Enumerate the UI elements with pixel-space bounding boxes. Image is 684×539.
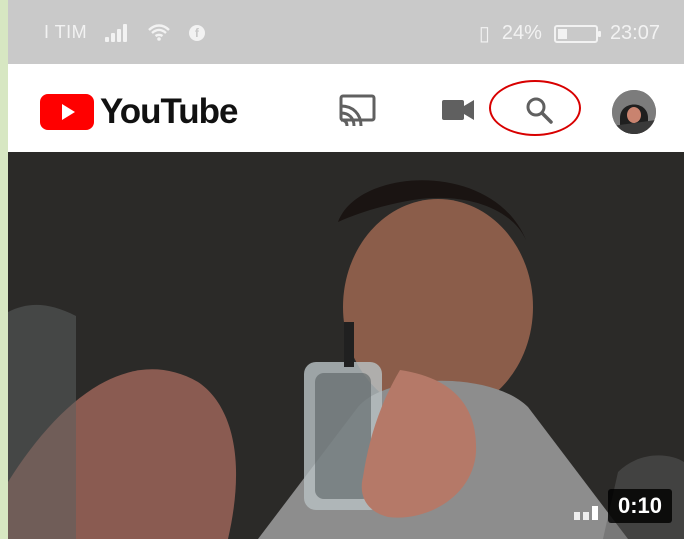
signal-quality-icon xyxy=(574,506,598,520)
status-bar: I TIM f ▯ 24% 23:07 xyxy=(8,0,684,64)
status-left: I TIM f xyxy=(44,22,206,43)
signal-icon xyxy=(105,23,129,42)
cast-icon xyxy=(339,94,376,127)
search-button[interactable] xyxy=(515,86,563,134)
battery-fill xyxy=(557,28,567,39)
status-time: 23:07 xyxy=(609,22,660,44)
youtube-logo[interactable]: YouTube xyxy=(40,92,239,132)
battery-icon xyxy=(553,24,601,43)
camera-button[interactable] xyxy=(434,86,482,134)
battery-percent: 24% xyxy=(501,22,542,44)
carrier-label: I TIM xyxy=(44,22,88,42)
facebook-icon: f xyxy=(189,24,206,41)
cast-button[interactable] xyxy=(334,86,382,134)
video-scene xyxy=(8,152,684,539)
mobile-screen: I TIM f ▯ 24% 23:07 YouTube 0:10 xyxy=(8,0,684,539)
youtube-logo-icon xyxy=(40,94,94,130)
logo-text: YouTube xyxy=(100,92,239,131)
video-duration: 0:10 xyxy=(607,489,672,523)
vibration-icon: ▯ xyxy=(478,23,490,45)
video-thumbnail[interactable]: 0:10 xyxy=(8,152,684,539)
search-icon xyxy=(526,97,553,124)
app-header: YouTube xyxy=(8,64,684,153)
status-right: ▯ 24% 23:07 xyxy=(479,21,660,46)
wifi-icon xyxy=(147,23,171,42)
avatar-icon[interactable] xyxy=(612,90,656,134)
video-camera-icon xyxy=(442,100,474,120)
